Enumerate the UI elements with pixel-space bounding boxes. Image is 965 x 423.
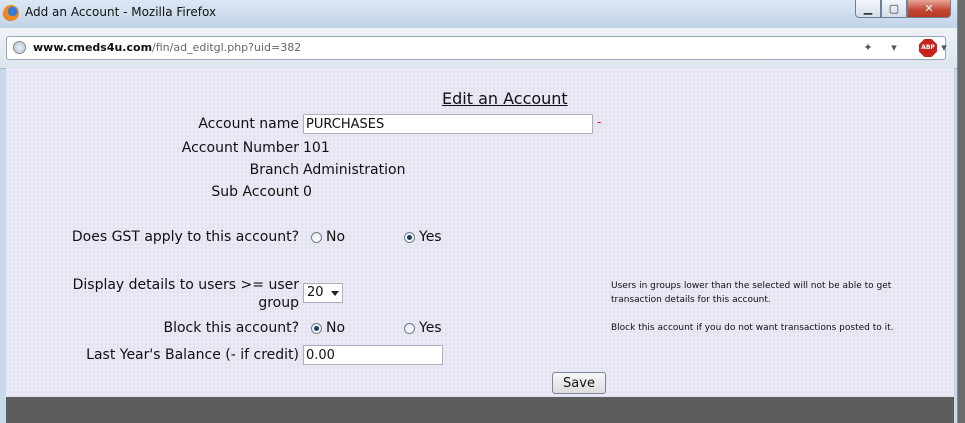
display-details-label: Display details to users >= user group	[46, 276, 299, 312]
close-icon: ✕	[924, 2, 934, 15]
gst-yes-radio[interactable]	[404, 232, 415, 243]
display-note-line1: Users in groups lower than the selected …	[611, 281, 892, 291]
site-identity-icon[interactable]	[13, 41, 26, 54]
branch-label: Branch	[249, 162, 299, 178]
block-no-label: No	[326, 320, 346, 336]
page-title: Edit an Account	[442, 89, 568, 108]
browser-window: Add an Account - Mozilla Firefox ▁ ▢ ✕ w…	[0, 0, 958, 423]
balance-input[interactable]	[303, 345, 443, 365]
block-yes-radio[interactable]	[404, 323, 415, 334]
window-title: Add an Account - Mozilla Firefox	[25, 5, 217, 19]
status-bar	[6, 397, 954, 423]
balance-label: Last Year's Balance (- if credit)	[86, 347, 299, 363]
adblock-icon[interactable]: ABP	[919, 39, 937, 57]
url-text[interactable]: www.cmeds4u.com/fin/ad_editgl.php?uid=38…	[33, 41, 301, 54]
gst-yes-label: Yes	[419, 229, 442, 245]
minimize-icon: ▁	[863, 2, 873, 15]
display-details-label-line1: Display details to users >= user	[72, 277, 299, 293]
display-details-note: Users in groups lower than the selected …	[611, 279, 891, 307]
title-bar: Add an Account - Mozilla Firefox ▁ ▢ ✕	[0, 0, 957, 28]
close-button[interactable]: ✕	[907, 0, 951, 18]
gst-question-label: Does GST apply to this account?	[71, 229, 299, 245]
display-details-label-line2: group	[258, 295, 299, 311]
navigation-bar: www.cmeds4u.com/fin/ad_editgl.php?uid=38…	[0, 28, 957, 69]
block-no-radio[interactable]	[311, 323, 322, 334]
gst-no-label: No	[326, 229, 346, 245]
block-account-note: Block this account if you do not want tr…	[611, 323, 894, 333]
adblock-menu-chevron-icon[interactable]: ▾	[937, 41, 951, 55]
sub-account-value: 0	[303, 184, 312, 200]
page-content: Edit an Account Account name - Account N…	[6, 68, 954, 397]
display-note-line2: transaction details for this account.	[611, 295, 771, 305]
branch-value: Administration	[303, 162, 406, 178]
user-group-selected-value: 20	[307, 285, 324, 300]
address-bar[interactable]: www.cmeds4u.com/fin/ad_editgl.php?uid=38…	[6, 36, 947, 60]
chevron-down-icon[interactable]: ▾	[887, 41, 901, 55]
save-button[interactable]: Save	[552, 372, 606, 394]
minimize-button[interactable]: ▁	[855, 0, 881, 18]
maximize-icon: ▢	[888, 2, 900, 15]
url-path: /fin/ad_editgl.php?uid=382	[152, 41, 302, 54]
account-number-label: Account Number	[181, 140, 299, 156]
account-name-label: Account name	[198, 116, 299, 132]
gst-no-radio[interactable]	[311, 232, 322, 243]
maximize-button[interactable]: ▢	[881, 0, 907, 18]
addon-icon[interactable]: ✦	[861, 41, 875, 55]
account-number-value: 101	[303, 140, 330, 156]
chevron-down-icon	[331, 291, 339, 296]
required-marker: -	[597, 115, 602, 129]
user-group-select[interactable]: 20	[303, 283, 343, 303]
url-domain: www.cmeds4u.com	[33, 41, 153, 54]
block-yes-label: Yes	[419, 320, 442, 336]
account-name-input[interactable]	[303, 114, 593, 134]
window-controls: ▁ ▢ ✕	[855, 0, 951, 20]
sub-account-label: Sub Account	[211, 184, 299, 200]
block-account-label: Block this account?	[163, 320, 299, 336]
firefox-icon	[3, 5, 19, 21]
